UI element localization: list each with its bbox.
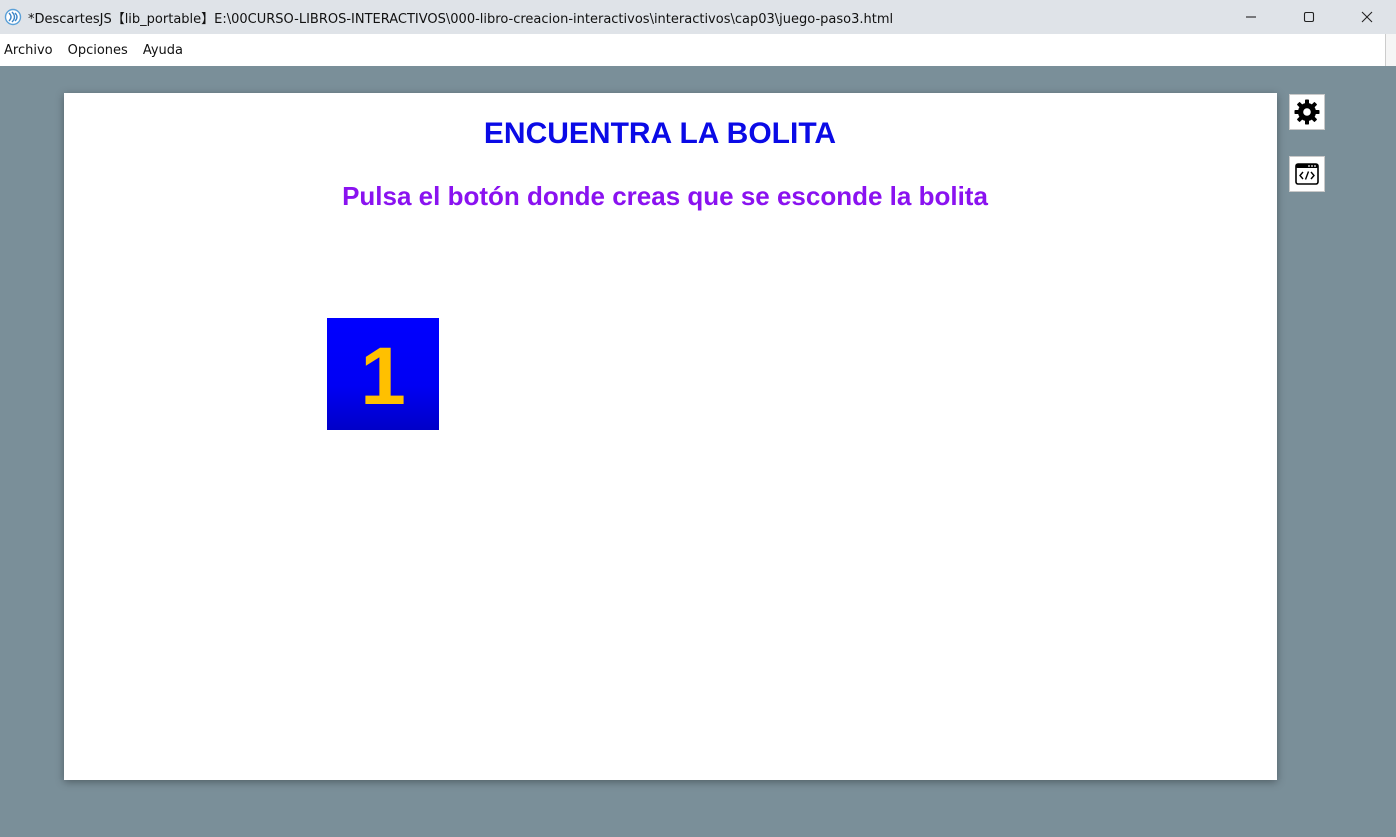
gear-icon: [1294, 99, 1320, 125]
descartes-window: *DescartesJS【lib_portable】E:\00CURSO-LIB…: [0, 0, 1396, 837]
scene-title: ENCUENTRA LA BOLITA: [483, 117, 837, 150]
vertical-scrollbar[interactable]: [1385, 34, 1396, 66]
minimize-button[interactable]: [1222, 0, 1280, 34]
hide-ball-button-1[interactable]: 1: [327, 318, 439, 430]
hide-ball-button-label: 1: [360, 331, 406, 422]
maximize-icon: [1303, 11, 1315, 23]
maximize-button[interactable]: [1280, 0, 1338, 34]
window-controls: [1222, 0, 1396, 34]
scene-canvas: ENCUENTRA LA BOLITA Pulsa el botón donde…: [64, 93, 1277, 780]
title-bar: *DescartesJS【lib_portable】E:\00CURSO-LIB…: [0, 0, 1396, 34]
close-icon: [1361, 11, 1373, 23]
menu-ayuda[interactable]: Ayuda: [139, 43, 190, 58]
menu-archivo[interactable]: Archivo: [0, 43, 60, 58]
descartes-icon: [4, 8, 22, 26]
minimize-icon: [1246, 16, 1256, 18]
config-button[interactable]: [1289, 94, 1325, 130]
menu-opciones[interactable]: Opciones: [64, 43, 135, 58]
menu-bar: Archivo Opciones Ayuda: [0, 34, 1396, 66]
scene-subtitle: Pulsa el botón donde creas que se escond…: [342, 181, 988, 211]
code-window-icon: [1295, 163, 1319, 185]
close-button[interactable]: [1338, 0, 1396, 34]
code-button[interactable]: [1289, 156, 1325, 192]
window-title: *DescartesJS【lib_portable】E:\00CURSO-LIB…: [28, 11, 894, 27]
